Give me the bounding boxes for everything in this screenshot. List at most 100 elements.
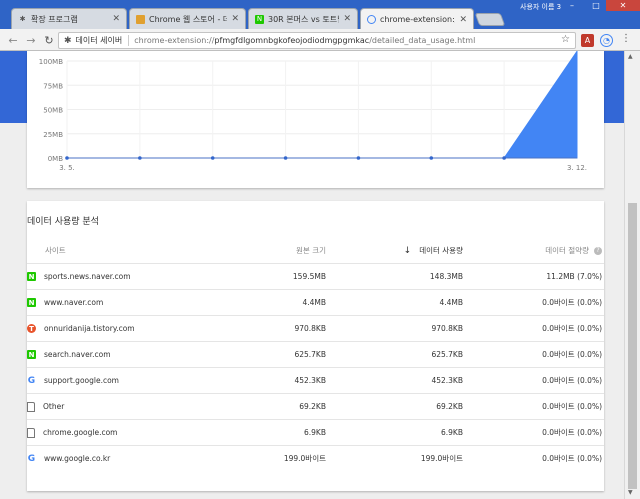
google-icon: G (27, 375, 36, 386)
forward-icon[interactable]: → (24, 33, 38, 47)
address-bar[interactable]: ✱ 데이터 세이버 chrome-extension://pfmgfdlgomn… (58, 32, 576, 49)
table-row[interactable]: Gwww.google.co.kr 199.0바이트 199.0바이트 0.0바이트 … (27, 445, 604, 471)
naver-icon: N (27, 350, 36, 359)
tab-naver-sports[interactable]: N 30R 본머스 vs 토트넘 갈 ✕ (248, 8, 358, 29)
acrobat-extension-icon[interactable]: A (581, 34, 594, 47)
used-size: 452.3KB (431, 376, 463, 385)
scrollbar[interactable]: ▲ ▼ (624, 51, 640, 499)
used-size: 625.7KB (431, 350, 463, 359)
toolbar: ← → ↻ ✱ 데이터 세이버 chrome-extension://pfmgf… (0, 29, 640, 51)
close-icon[interactable]: ✕ (459, 15, 467, 25)
scroll-up-icon[interactable]: ▲ (628, 53, 633, 60)
maximize-button[interactable]: □ (584, 0, 608, 11)
tab-strip: ✱ 확장 프로그램 ✕ Chrome 웹 스토어 - 데이 ✕ N 30R 본머… (0, 0, 640, 30)
x-tick-label: 3. 12. (567, 164, 587, 172)
series-area (67, 51, 578, 159)
used-size: 148.3MB (429, 272, 463, 281)
saved-size: 0.0바이트 (0.0%) (542, 454, 602, 463)
table-row[interactable]: Nsports.news.naver.com 159.5MB 148.3MB 11.2… (27, 263, 604, 289)
data-point (356, 156, 361, 160)
tab-data-usage[interactable]: chrome-extension://pfm ✕ (360, 8, 474, 30)
menu-icon[interactable]: ⋮ (621, 33, 631, 44)
profile-name[interactable]: 사용자 이름 3 (520, 2, 561, 12)
original-size: 970.8KB (294, 324, 326, 333)
saved-size: 0.0바이트 (0.0%) (542, 298, 602, 307)
url-scheme: chrome-extension:// (134, 36, 215, 45)
table-header: 사이트 원본 크기 ↓ 데이터 사용량 데이터 절약량? (27, 237, 604, 263)
table-row[interactable]: Other 69.2KB 69.2KB 0.0바이트 (0.0%) (27, 393, 604, 419)
used-size: 199.0바이트 (420, 454, 463, 463)
scroll-down-icon[interactable]: ▼ (628, 489, 633, 496)
site-name: support.google.com (44, 376, 119, 385)
site-name: search.naver.com (44, 350, 111, 359)
data-saver-extension-icon[interactable]: ◔ (600, 34, 613, 47)
header-used[interactable]: 데이터 사용량 (419, 246, 463, 255)
tab-label: 30R 본머스 vs 토트넘 갈 (268, 14, 339, 24)
saved-size: 0.0바이트 (0.0%) (542, 376, 602, 385)
bookmark-star-icon[interactable]: ☆ (561, 34, 570, 45)
original-size: 625.7KB (294, 350, 326, 359)
tab-label: Chrome 웹 스토어 - 데이 (149, 14, 227, 24)
tab-extensions[interactable]: ✱ 확장 프로그램 ✕ (11, 8, 127, 29)
back-icon[interactable]: ← (6, 33, 20, 47)
minimize-button[interactable]: – (560, 0, 584, 11)
puzzle-icon: ✱ (64, 35, 72, 46)
close-window-button[interactable]: ✕ (606, 0, 640, 11)
url-host: pfmgfdlgomnbgkofeojodiodmgpgmkac (214, 36, 370, 45)
data-point (210, 156, 215, 160)
y-tick-label: 25MB (43, 131, 63, 139)
table-row[interactable]: Tonnuridanija.tistory.com 970.8KB 970.8KB 0… (27, 315, 604, 341)
data-point (502, 156, 506, 160)
url-text[interactable]: chrome-extension://pfmgfdlgomnbgkofeojod… (134, 36, 475, 45)
site-name: Other (43, 402, 65, 411)
header-saved[interactable]: 데이터 절약량 (545, 246, 589, 255)
document-icon (27, 427, 35, 438)
scrollbar-thumb[interactable] (628, 203, 637, 489)
usage-table-card: 데이터 사용량 분석 사이트 원본 크기 ↓ 데이터 사용량 데이터 절약량? N… (27, 201, 604, 491)
data-point (283, 156, 288, 160)
puzzle-icon: ✱ (19, 15, 26, 23)
x-tick-label: 3. 5. (59, 164, 75, 172)
saved-size: 11.2MB (7.0%) (546, 272, 602, 281)
original-size: 452.3KB (294, 376, 326, 385)
table-row[interactable]: Gsupport.google.com 452.3KB 452.3KB 0.0바이트 … (27, 367, 604, 393)
close-icon[interactable]: ✕ (112, 14, 120, 24)
table-row[interactable]: chrome.google.com 6.9KB 6.9KB 0.0바이트 (0.0%) (27, 419, 604, 445)
site-name: chrome.google.com (43, 428, 118, 437)
table-row[interactable]: Nsearch.naver.com 625.7KB 625.7KB 0.0바이트 (0… (27, 341, 604, 367)
extension-chip: 데이터 세이버 (76, 35, 130, 46)
info-icon[interactable]: ? (594, 246, 602, 255)
site-name: www.google.co.kr (44, 454, 111, 463)
document-icon (27, 401, 35, 412)
url-path: /detailed_data_usage.html (369, 36, 476, 45)
site-name: www.naver.com (44, 298, 104, 307)
y-tick-label: 50MB (43, 107, 63, 115)
saved-size: 0.0바이트 (0.0%) (542, 350, 602, 359)
used-size: 970.8KB (431, 324, 463, 333)
data-point (429, 156, 434, 160)
close-icon[interactable]: ✕ (231, 14, 239, 24)
original-size: 199.0바이트 (283, 454, 326, 463)
naver-icon: N (27, 272, 36, 281)
original-size: 69.2KB (299, 402, 326, 411)
saved-size: 0.0바이트 (0.0%) (542, 402, 602, 411)
used-size: 4.4MB (439, 298, 463, 307)
site-name: sports.news.naver.com (44, 272, 131, 281)
header-original[interactable]: 원본 크기 (296, 246, 326, 255)
header-site[interactable]: 사이트 (45, 245, 66, 256)
google-icon: G (27, 453, 36, 464)
page-content: 100MB 75MB 50MB 25MB 0MB 3. 5. 3. 12. 데이터 사용량 … (0, 51, 624, 499)
sort-down-icon[interactable]: ↓ (404, 246, 412, 256)
usage-chart: 100MB 75MB 50MB 25MB 0MB3. 5. 3. 12. (39, 51, 587, 172)
original-size: 4.4MB (302, 298, 326, 307)
used-size: 6.9KB (441, 428, 463, 437)
table-row[interactable]: Nwww.naver.com 4.4MB 4.4MB 0.0바이트 (0.0%) (27, 289, 604, 315)
webstore-icon (136, 14, 145, 24)
tab-webstore[interactable]: Chrome 웹 스토어 - 데이 ✕ (129, 8, 246, 29)
reload-icon[interactable]: ↻ (42, 33, 56, 47)
site-name: onnuridanija.tistory.com (44, 324, 135, 333)
close-icon[interactable]: ✕ (343, 14, 351, 24)
data-point (65, 156, 69, 160)
chrome-icon (367, 15, 376, 24)
new-tab-button[interactable] (474, 13, 506, 26)
